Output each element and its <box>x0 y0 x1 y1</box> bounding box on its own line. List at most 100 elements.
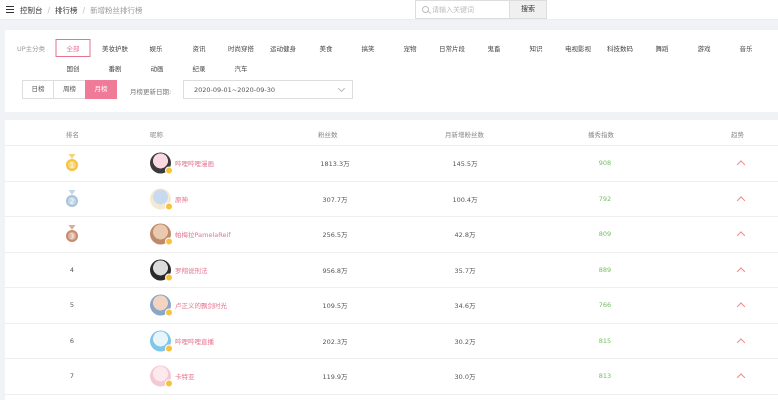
category-documentary[interactable]: 纪录 <box>193 63 206 73</box>
breadcrumb-item-rankings[interactable]: 排行榜 <box>55 5 78 16</box>
period-daily-button[interactable]: 日榜 <box>22 80 54 99</box>
rank-number: 2 <box>70 197 74 205</box>
fans-count: 307.7万 <box>322 195 348 204</box>
uploader-name-link[interactable]: 哔哩哔哩直播 <box>175 336 214 346</box>
header-rank: 排名 <box>66 131 79 139</box>
table-row[interactable]: 5 卢正义的飘剑时光 109.5万 34.6万 766 <box>5 288 778 324</box>
category-guochuang[interactable]: 国创 <box>67 63 80 73</box>
category-anime-series[interactable]: 番剧 <box>109 63 122 73</box>
category-music[interactable]: 音乐 <box>740 43 753 53</box>
new-fans-count: 145.5万 <box>452 160 478 169</box>
fans-count: 109.5万 <box>322 302 348 311</box>
verified-badge-icon <box>165 237 173 246</box>
filter-panel: UP主分类 全部 美妆护肤 娱乐 资讯 时尚穿搭 运动健身 美食 搞笑 宠物 日… <box>5 30 778 112</box>
avatar[interactable] <box>150 294 173 317</box>
category-kichiku[interactable]: 鬼畜 <box>488 43 501 53</box>
rank-number: 5 <box>69 301 75 310</box>
new-fans-count: 35.7万 <box>454 266 476 275</box>
category-tech[interactable]: 科技数码 <box>607 43 633 53</box>
gold-medal-icon: 1 <box>66 154 78 172</box>
table-row[interactable]: 3 帕梅拉PamelaReif 256.5万 42.8万 809 <box>5 217 778 253</box>
trend-up-icon[interactable] <box>736 373 746 382</box>
avatar[interactable] <box>150 365 173 388</box>
search-box <box>415 0 510 19</box>
category-fashion[interactable]: 时尚穿搭 <box>228 43 254 53</box>
category-all[interactable]: 全部 <box>55 39 91 57</box>
index-value: 908 <box>598 159 612 168</box>
verified-badge-icon <box>165 379 173 388</box>
period-monthly-button[interactable]: 月榜 <box>85 80 117 99</box>
trend-up-icon[interactable] <box>736 302 746 311</box>
menu-icon[interactable] <box>6 6 14 13</box>
verified-badge-icon <box>165 202 173 211</box>
table-row[interactable]: 1 哔哩哔哩漫画 1813.3万 145.5万 908 <box>5 146 778 182</box>
verified-badge-icon <box>165 166 173 175</box>
rank-number: 3 <box>70 233 74 241</box>
avatar[interactable] <box>150 188 173 211</box>
category-news[interactable]: 资讯 <box>193 43 206 53</box>
table-row[interactable]: 4 罗翔说刑法 956.8万 35.7万 889 <box>5 253 778 288</box>
avatar[interactable] <box>150 223 173 246</box>
uploader-name-link[interactable]: 卢正义的飘剑时光 <box>175 300 227 310</box>
category-games[interactable]: 游戏 <box>698 43 711 53</box>
rank-number: 1 <box>70 162 74 170</box>
new-fans-count: 30.2万 <box>454 337 476 346</box>
category-food[interactable]: 美食 <box>320 43 333 53</box>
fans-count: 256.5万 <box>322 231 348 240</box>
avatar[interactable] <box>150 152 173 175</box>
uploader-name-link[interactable]: 帕梅拉PamelaReif <box>175 229 231 239</box>
index-value: 815 <box>598 336 612 345</box>
chevron-down-icon <box>337 84 346 93</box>
new-fans-count: 34.6万 <box>454 302 476 311</box>
date-range-select[interactable]: 2020-09-01~2020-09-30 <box>183 80 353 99</box>
breadcrumb-current: 新增粉丝排行榜 <box>90 6 143 15</box>
date-label: 月榜更新日期: <box>130 88 172 96</box>
table-row[interactable]: 6 哔哩哔哩直播 202.3万 30.2万 815 <box>5 324 778 359</box>
new-fans-count: 42.8万 <box>454 231 476 240</box>
category-animation[interactable]: 动画 <box>151 63 164 73</box>
category-daily[interactable]: 日常片段 <box>439 43 465 53</box>
table-row[interactable]: 2 原神 307.7万 100.4万 792 <box>5 182 778 217</box>
trend-up-icon[interactable] <box>736 338 746 347</box>
fans-count: 1813.3万 <box>320 160 350 169</box>
category-entertainment[interactable]: 娱乐 <box>150 43 163 53</box>
uploader-name-link[interactable]: 卡特亚 <box>175 371 195 381</box>
silver-medal-icon: 2 <box>66 189 78 207</box>
header-nickname: 昵称 <box>150 131 163 139</box>
category-fitness[interactable]: 运动健身 <box>270 43 296 53</box>
category-knowledge[interactable]: 知识 <box>530 43 543 53</box>
new-fans-count: 30.0万 <box>454 373 476 382</box>
index-value: 813 <box>598 372 612 381</box>
header-trend: 趋势 <box>731 131 744 139</box>
trend-up-icon[interactable] <box>736 267 746 276</box>
verified-badge-icon <box>165 273 173 282</box>
uploader-name-link[interactable]: 哔哩哔哩漫画 <box>175 158 214 168</box>
table-row[interactable]: 7 卡特亚 119.9万 30.0万 813 <box>5 359 778 395</box>
uploader-name-link[interactable]: 原神 <box>175 194 188 204</box>
index-value: 792 <box>598 194 612 203</box>
verified-badge-icon <box>165 344 173 353</box>
new-fans-count: 100.4万 <box>452 195 478 204</box>
fans-count: 956.8万 <box>322 266 348 275</box>
trend-up-icon[interactable] <box>736 160 746 169</box>
category-dance[interactable]: 舞蹈 <box>656 43 669 53</box>
fans-count: 202.3万 <box>322 337 348 346</box>
period-weekly-button[interactable]: 周榜 <box>53 80 86 99</box>
category-cars[interactable]: 汽车 <box>235 63 248 73</box>
verified-badge-icon <box>165 308 173 317</box>
index-value: 766 <box>598 301 612 310</box>
avatar[interactable] <box>150 330 173 353</box>
category-tv-film[interactable]: 电视影视 <box>565 43 591 53</box>
category-funny[interactable]: 搞笑 <box>362 43 375 53</box>
search-button[interactable]: 搜索 <box>510 0 547 19</box>
uploader-name-link[interactable]: 罗翔说刑法 <box>175 265 208 275</box>
rank-number: 7 <box>69 372 75 381</box>
search-input[interactable] <box>432 3 508 16</box>
avatar[interactable] <box>150 259 173 282</box>
category-pets[interactable]: 宠物 <box>404 43 417 53</box>
category-beauty[interactable]: 美妆护肤 <box>102 43 128 53</box>
trend-up-icon[interactable] <box>736 231 746 240</box>
breadcrumb-separator: / <box>47 6 51 15</box>
trend-up-icon[interactable] <box>736 196 746 205</box>
breadcrumb-item-console[interactable]: 控制台 <box>20 5 43 16</box>
